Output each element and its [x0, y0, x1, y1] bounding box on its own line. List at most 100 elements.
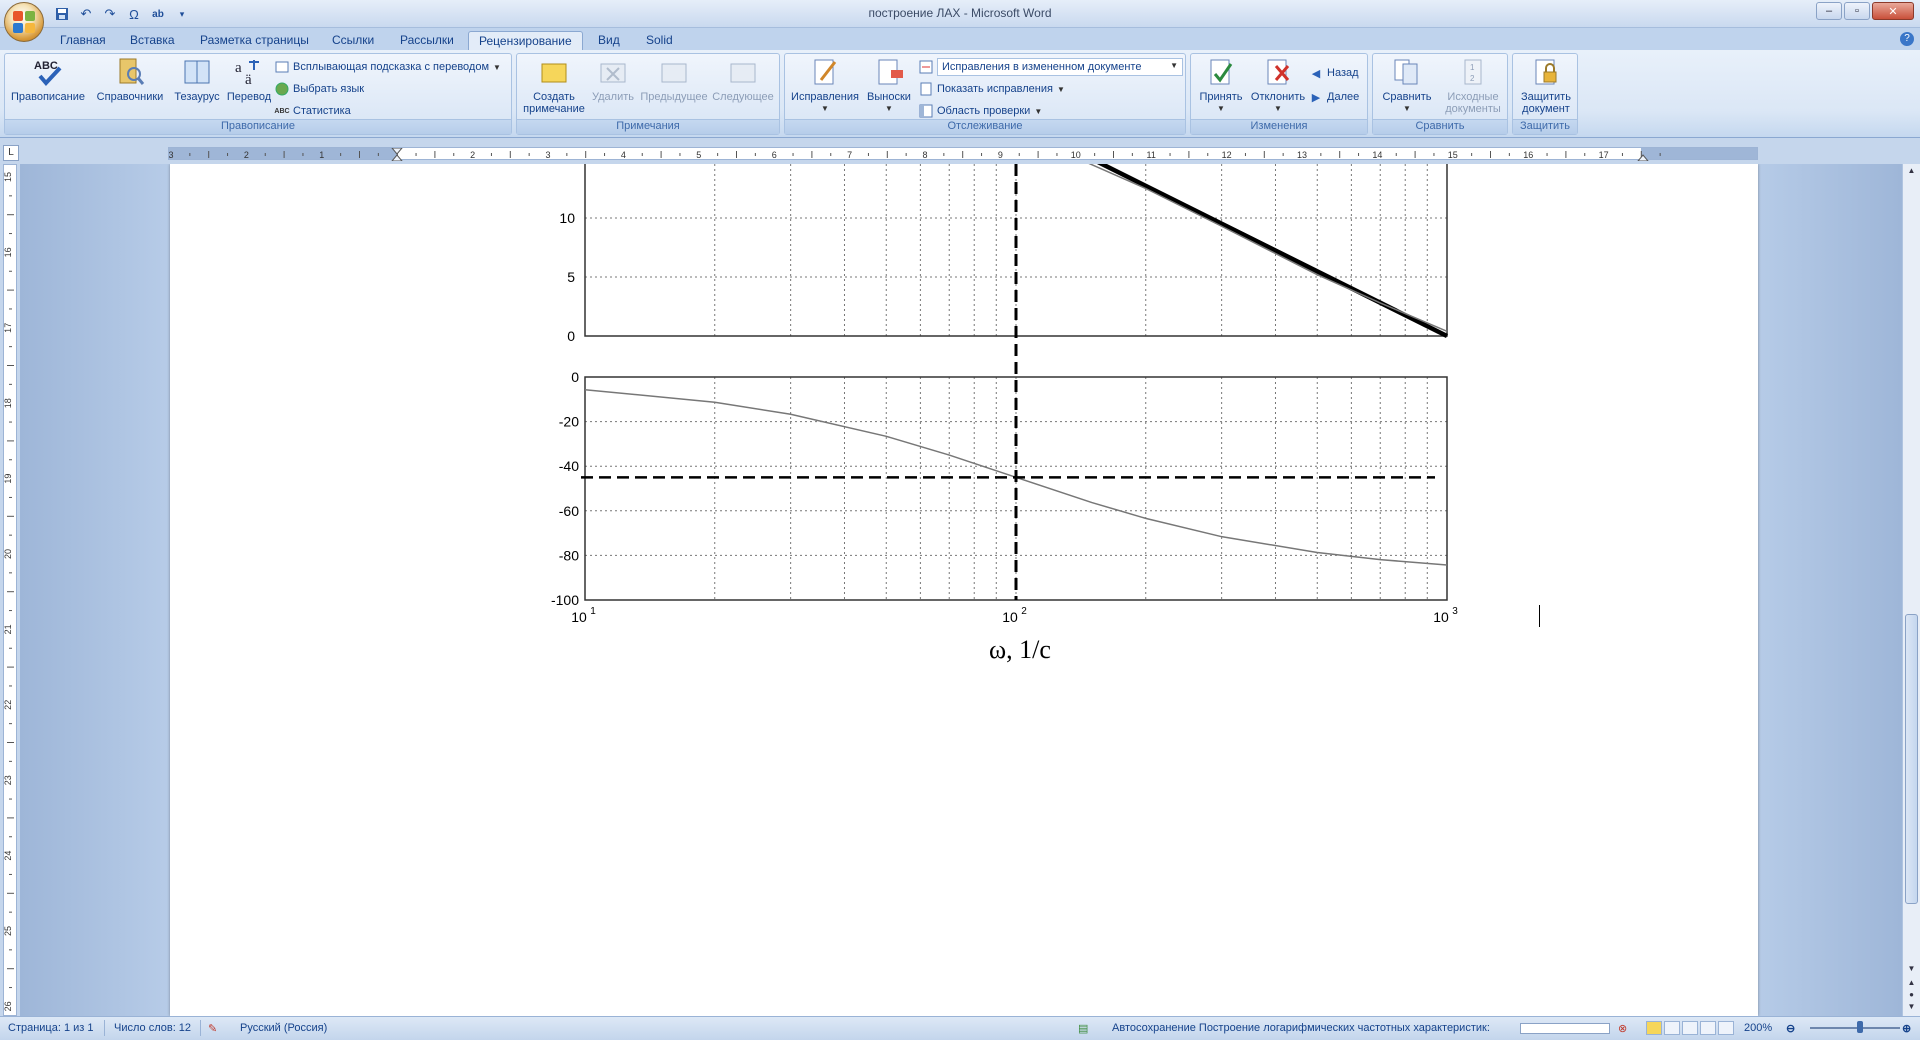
- ruler-label: 25: [4, 926, 13, 936]
- y-tick-label: 10: [559, 210, 575, 226]
- thesaurus-label: Тезаурус: [174, 91, 220, 103]
- previous-comment-icon: [658, 56, 690, 88]
- word-count-button[interactable]: ABC Статистика: [274, 102, 351, 120]
- status-bar: Страница: 1 из 1 Число слов: 12 ✎ Русски…: [0, 1016, 1920, 1040]
- reviewing-pane-label: Область проверки: [937, 105, 1031, 117]
- chevron-down-icon: ▼: [493, 62, 501, 72]
- show-markup-button[interactable]: Показать исправления ▼: [919, 80, 1065, 98]
- previous-change-button[interactable]: ◀ Назад: [1309, 64, 1359, 82]
- help-icon[interactable]: ?: [1900, 32, 1914, 46]
- next-change-button[interactable]: ▶ Далее: [1309, 88, 1359, 106]
- delete-comment-button[interactable]: Удалить: [589, 56, 637, 103]
- tab-home[interactable]: Главная: [50, 31, 116, 50]
- macro-icon[interactable]: ▤: [1078, 1022, 1088, 1035]
- vertical-ruler[interactable]: 15 16 17 18 19 20 21 22 23 24 25 26: [3, 164, 17, 1026]
- full-screen-reading-view-button[interactable]: [1664, 1021, 1680, 1035]
- vertical-scrollbar[interactable]: ▲ ▼ ▲ ● ▼: [1902, 164, 1920, 1016]
- reviewing-pane-button[interactable]: Область проверки ▼: [919, 102, 1042, 120]
- cancel-icon[interactable]: ⊗: [1618, 1022, 1627, 1035]
- translation-tooltip-label: Всплывающая подсказка с переводом: [293, 61, 490, 73]
- zoom-out-icon[interactable]: ⊖: [1786, 1022, 1795, 1035]
- right-indent-marker: [1637, 154, 1649, 161]
- zoom-slider[interactable]: [1810, 1027, 1900, 1029]
- browse-object-icon[interactable]: ●: [1905, 990, 1918, 1002]
- protect-document-button[interactable]: Защитить документ: [1515, 56, 1577, 115]
- scrollbar-thumb[interactable]: [1905, 614, 1918, 904]
- web-layout-view-button[interactable]: [1682, 1021, 1698, 1035]
- next-comment-button[interactable]: Следующее: [709, 56, 777, 103]
- tab-solid[interactable]: Solid: [636, 31, 683, 50]
- minimize-button[interactable]: –: [1816, 2, 1842, 20]
- previous-comment-button[interactable]: Предыдущее: [639, 56, 709, 103]
- research-icon: [114, 56, 146, 88]
- tab-references[interactable]: Ссылки: [322, 31, 384, 50]
- tab-review[interactable]: Рецензирование: [468, 31, 583, 50]
- chevron-down-icon: ▼: [821, 104, 829, 113]
- page-indicator[interactable]: Страница: 1 из 1: [8, 1022, 94, 1034]
- zoom-level[interactable]: 200%: [1744, 1022, 1772, 1034]
- tab-insert[interactable]: Вставка: [120, 31, 185, 50]
- previous-change-icon: ◀: [1311, 67, 1321, 80]
- tab-mailings[interactable]: Рассылки: [390, 31, 464, 50]
- chevron-down-icon: ▼: [1170, 61, 1178, 70]
- translation-tooltip-button[interactable]: Всплывающая подсказка с переводом ▼: [275, 58, 501, 76]
- office-logo-icon: [13, 11, 35, 33]
- zoom-slider-thumb[interactable]: [1857, 1021, 1863, 1033]
- ruler-label: 16: [4, 247, 13, 257]
- scroll-up-icon[interactable]: ▲: [1905, 166, 1918, 178]
- progress-bar: [1520, 1023, 1610, 1034]
- balloons-button[interactable]: Выноски ▼: [863, 56, 915, 115]
- spelling-button[interactable]: ABC Правописание: [9, 56, 87, 103]
- reject-icon: [1262, 56, 1294, 88]
- print-layout-view-button[interactable]: [1646, 1021, 1662, 1035]
- y-tick-label: -80: [559, 547, 579, 563]
- tab-view[interactable]: Вид: [588, 31, 630, 50]
- ruler-label: 17: [1599, 150, 1609, 160]
- close-button[interactable]: ✕: [1872, 2, 1914, 20]
- tab-page-layout[interactable]: Разметка страницы: [190, 31, 319, 50]
- proofing-errors-icon[interactable]: ✎: [208, 1022, 217, 1035]
- hanging-indent-marker: [391, 154, 403, 161]
- ruler-label: 6: [772, 150, 777, 160]
- new-comment-icon: [538, 56, 570, 88]
- scroll-down-icon[interactable]: ▼: [1905, 964, 1918, 976]
- outline-view-button[interactable]: [1700, 1021, 1716, 1035]
- word-count-status[interactable]: Число слов: 12: [114, 1022, 191, 1034]
- horizontal-ruler[interactable]: 3211234567891011121314151617: [168, 147, 1758, 161]
- reject-button[interactable]: Отклонить ▼: [1249, 56, 1307, 115]
- next-page-icon[interactable]: ▼: [1905, 1002, 1918, 1014]
- tab-selector[interactable]: L: [3, 145, 19, 161]
- language-status[interactable]: Русский (Россия): [240, 1022, 327, 1034]
- display-for-review-dropdown[interactable]: Исправления в измененном документе ▼: [937, 58, 1183, 76]
- set-language-button[interactable]: Выбрать язык: [275, 80, 364, 98]
- source-documents-button[interactable]: 12 Исходные документы: [1439, 56, 1507, 115]
- draft-view-button[interactable]: [1718, 1021, 1734, 1035]
- chevron-down-icon: ▼: [1403, 104, 1411, 113]
- word-count-label: Статистика: [293, 105, 351, 117]
- accept-button[interactable]: Принять ▼: [1195, 56, 1247, 115]
- track-changes-button[interactable]: Исправления ▼: [789, 56, 861, 115]
- document-page[interactable]: 0510150-20-40-60-80-100101102103ω, 1/с: [170, 164, 1758, 1016]
- ruler-ticks: 3211234567891011121314151617: [169, 148, 1661, 161]
- research-button[interactable]: Справочники: [93, 56, 167, 103]
- ruler-label: 15: [1448, 150, 1458, 160]
- translate-button[interactable]: aä Перевод: [223, 56, 275, 103]
- group-proofing: ABC Правописание Справочники Тезаурус aä…: [4, 53, 512, 135]
- thesaurus-button[interactable]: Тезаурус: [173, 56, 221, 103]
- zoom-in-icon[interactable]: ⊕: [1902, 1022, 1911, 1035]
- group-protect: Защитить документ Защитить: [1512, 53, 1578, 135]
- ruler-label: 2: [470, 150, 475, 160]
- x-tick-exponent: 2: [1021, 606, 1027, 617]
- compare-button[interactable]: Сравнить ▼: [1377, 56, 1437, 115]
- ruler-label: 21: [4, 624, 13, 634]
- x-tick-label: 10: [1433, 609, 1449, 625]
- previous-page-icon[interactable]: ▲: [1905, 978, 1918, 990]
- group-label-tracking: Отслеживание: [785, 119, 1185, 134]
- group-changes: Принять ▼ Отклонить ▼ ◀ Назад ▶ Далее Из…: [1190, 53, 1368, 135]
- y-tick-label: -20: [559, 414, 579, 430]
- office-button[interactable]: [4, 2, 44, 42]
- x-tick-exponent: 3: [1452, 606, 1458, 617]
- maximize-button[interactable]: ▫: [1844, 2, 1870, 20]
- new-comment-button[interactable]: Создать примечание: [521, 56, 587, 115]
- reviewing-pane-icon: [919, 104, 933, 118]
